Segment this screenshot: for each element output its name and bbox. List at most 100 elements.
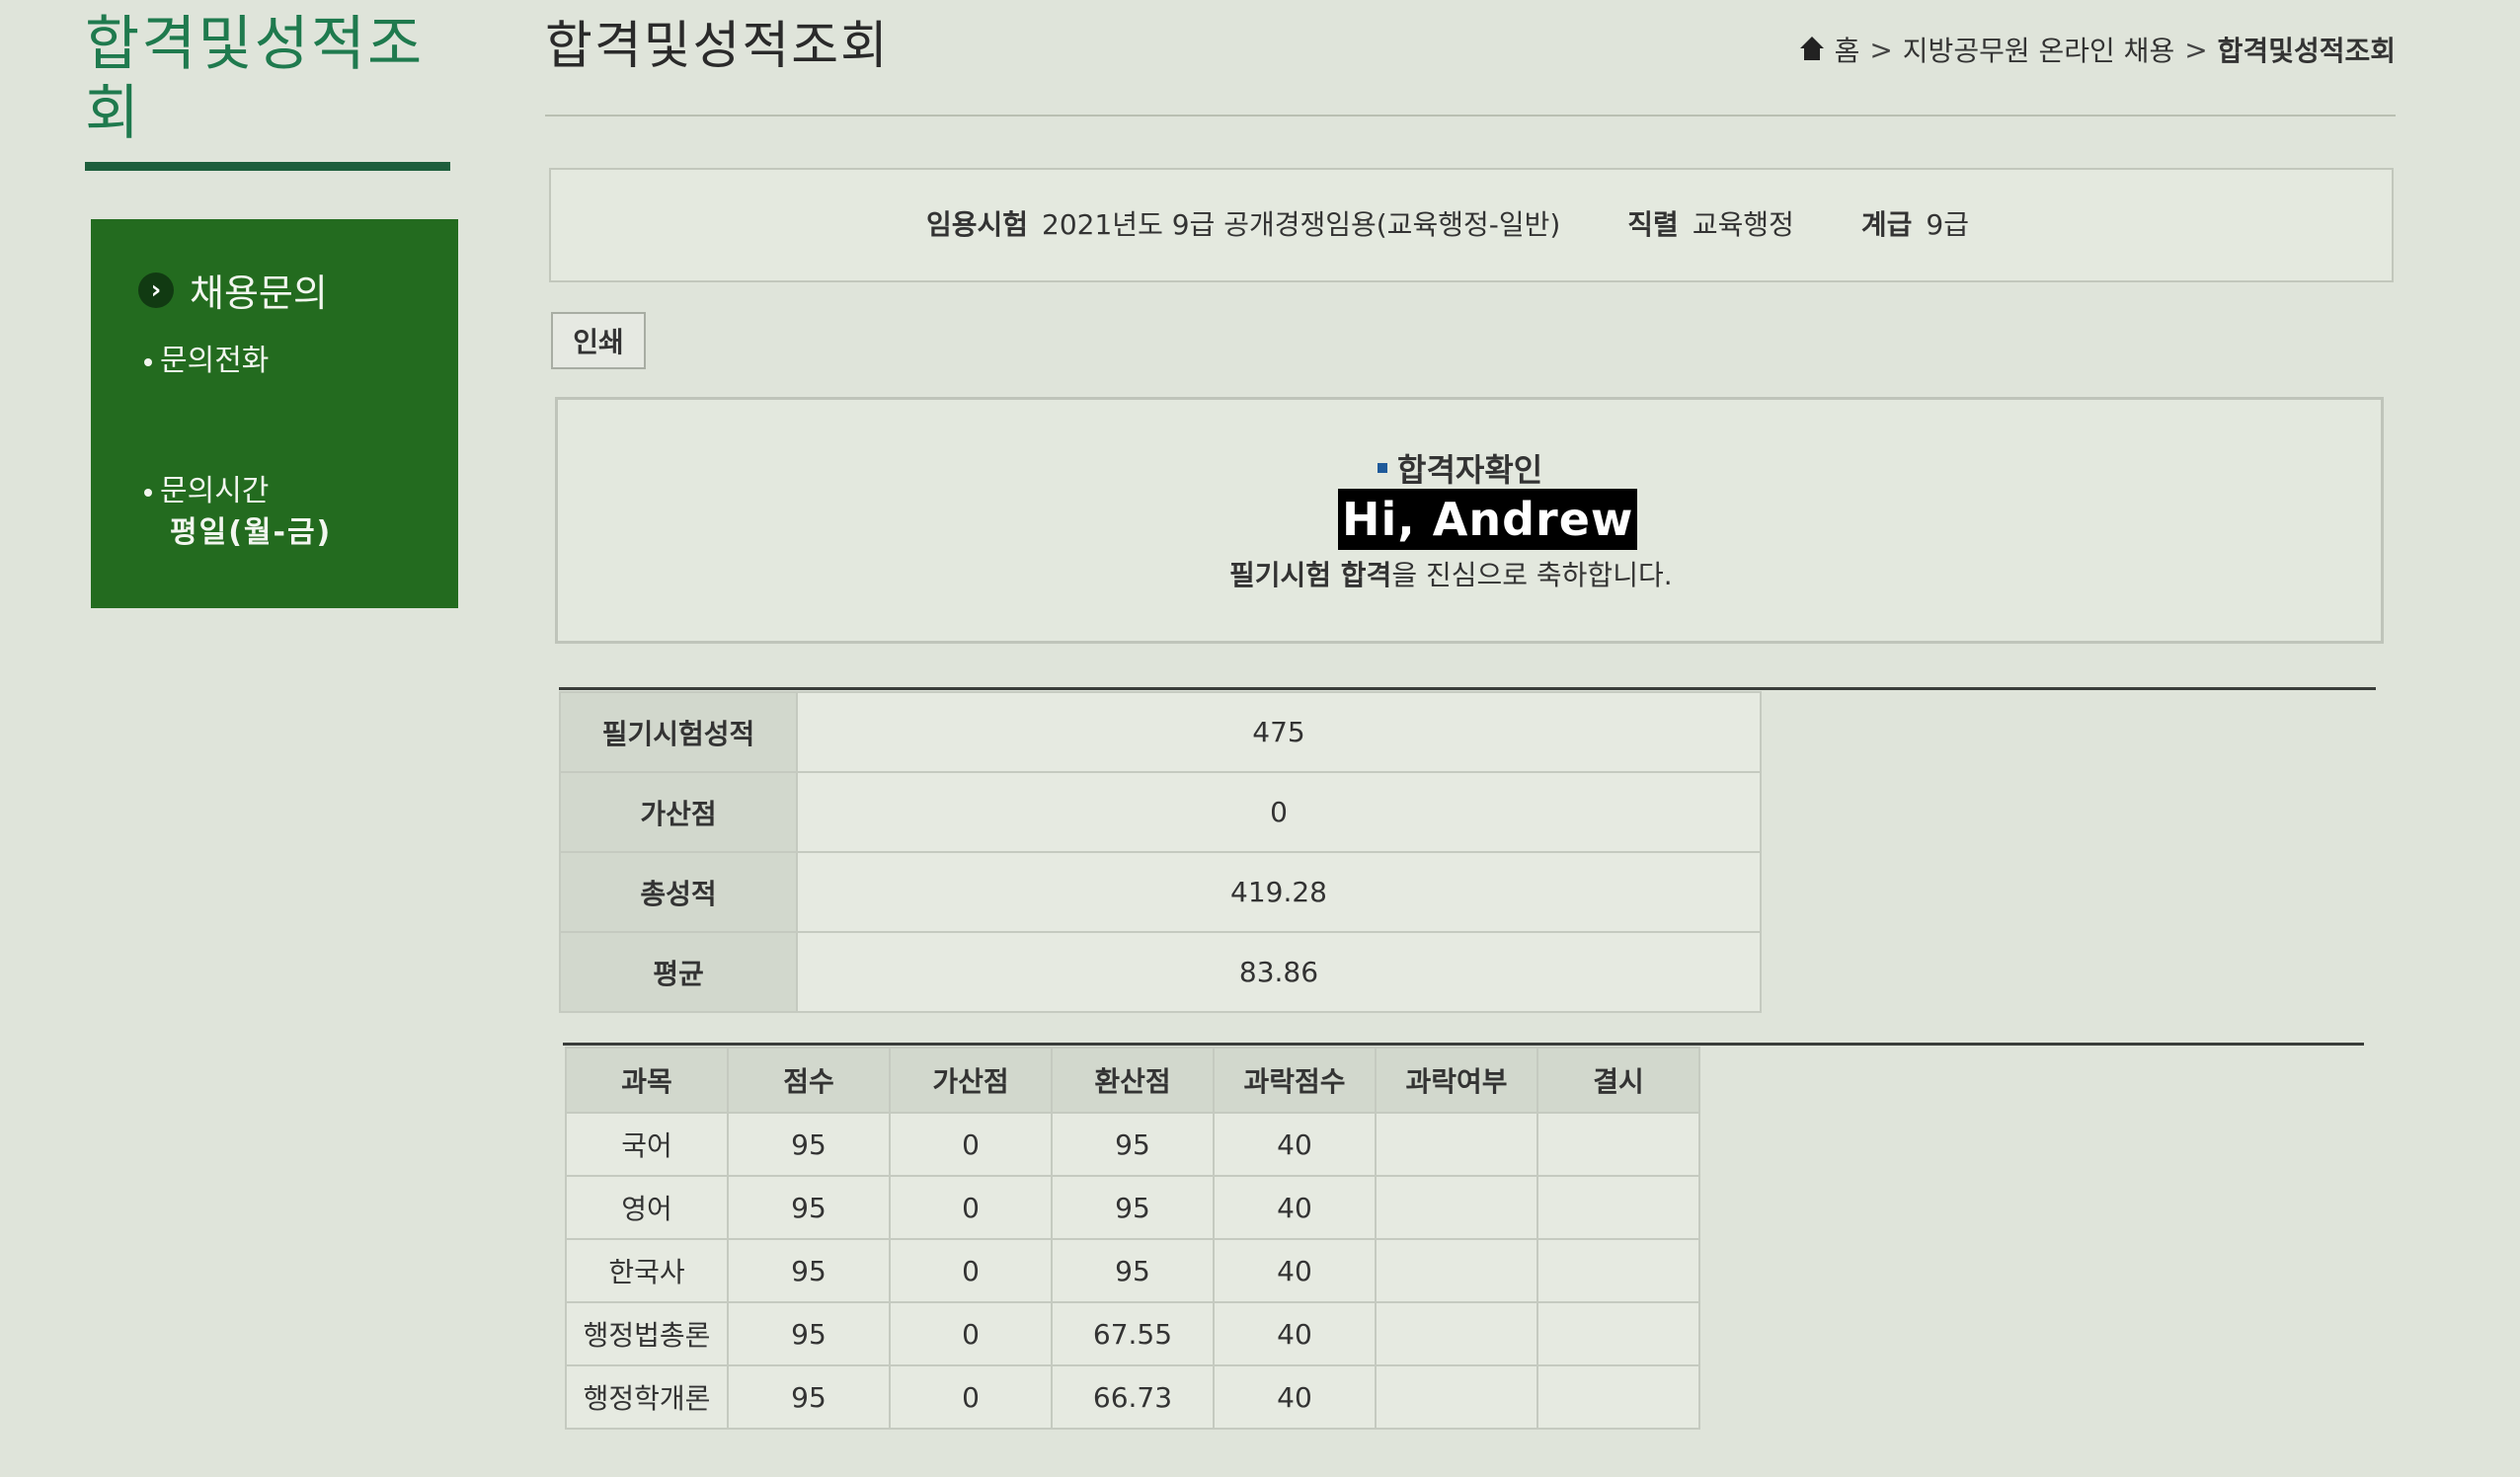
score-summary-table: 필기시험성적 475 가산점 0 총성적 419.28 평균 83.86 — [559, 691, 1762, 1013]
grade-value: 9급 — [1926, 208, 1969, 241]
table-cell: 95 — [727, 1175, 891, 1240]
pass-message: 필기시험 합격을 진심으로 축하합니다. — [1229, 554, 1673, 593]
summary-top-rule — [559, 687, 2376, 690]
table-row: 행정법총론 95 0 67.55 40 — [565, 1301, 1700, 1366]
summary-label-average: 평균 — [559, 931, 798, 1013]
subjects-top-rule — [563, 1043, 2364, 1046]
column-header: 과락점수 — [1213, 1047, 1377, 1114]
table-cell: 0 — [889, 1301, 1053, 1366]
page-title: 합격및성적조회 — [545, 17, 890, 76]
table-cell: 95 — [1051, 1238, 1215, 1303]
table-cell: 40 — [1213, 1364, 1377, 1430]
sidebar-title: 합격및성적조회 — [85, 10, 425, 148]
chevron-right-icon: > — [2184, 33, 2208, 66]
table-cell: 한국사 — [565, 1238, 729, 1303]
table-cell — [1536, 1175, 1700, 1240]
table-row: 행정학개론 95 0 66.73 40 — [565, 1364, 1700, 1430]
table-row: 필기시험성적 475 — [559, 691, 1762, 773]
contact-heading[interactable]: › 채용문의 — [138, 263, 328, 317]
column-header: 과목 — [565, 1047, 729, 1114]
table-cell: 행정학개론 — [565, 1364, 729, 1430]
column-header: 환산점 — [1051, 1047, 1215, 1114]
series-value: 교육행정 — [1692, 208, 1794, 241]
table-cell: 40 — [1213, 1112, 1377, 1177]
table-cell — [1536, 1238, 1700, 1303]
bullet-icon — [144, 357, 152, 366]
summary-value-written: 475 — [796, 691, 1762, 773]
summary-value-total: 419.28 — [796, 851, 1762, 933]
table-cell: 66.73 — [1051, 1364, 1215, 1430]
table-row: 국어 95 0 95 40 — [565, 1112, 1700, 1177]
table-cell — [1536, 1112, 1700, 1177]
table-cell — [1536, 1364, 1700, 1430]
chevron-right-icon: > — [1869, 33, 1893, 66]
column-header: 결시 — [1536, 1047, 1700, 1114]
summary-value-average: 83.86 — [796, 931, 1762, 1013]
pass-confirmation-box: 합격자확인 Hi, Andrew 필기시험 합격을 진심으로 축하합니다. — [555, 397, 2384, 644]
column-header: 점수 — [727, 1047, 891, 1114]
exam-label: 임용시험 — [926, 208, 1029, 241]
table-cell: 0 — [889, 1112, 1053, 1177]
table-row: 총성적 419.28 — [559, 851, 1762, 933]
table-cell: 40 — [1213, 1175, 1377, 1240]
table-cell — [1375, 1238, 1538, 1303]
table-row: 평균 83.86 — [559, 931, 1762, 1013]
table-cell — [1375, 1175, 1538, 1240]
table-cell — [1375, 1364, 1538, 1430]
exam-info-box: 임용시험 2021년도 9급 공개경쟁임용(교육행정-일반) 직렬 교육행정 계… — [549, 168, 2394, 282]
table-cell: 67.55 — [1051, 1301, 1215, 1366]
home-icon[interactable] — [1799, 37, 1825, 62]
table-cell: 40 — [1213, 1301, 1377, 1366]
table-header-row: 과목 점수 가산점 환산점 과락점수 과락여부 결시 — [565, 1047, 1700, 1114]
series-label: 직렬 — [1627, 208, 1679, 241]
table-cell: 95 — [1051, 1175, 1215, 1240]
summary-value-bonus: 0 — [796, 771, 1762, 853]
table-cell: 영어 — [565, 1175, 729, 1240]
contact-hours-item: 문의시간 — [144, 466, 269, 509]
table-cell: 95 — [727, 1238, 891, 1303]
column-header: 과락여부 — [1375, 1047, 1538, 1114]
exam-value: 2021년도 9급 공개경쟁임용(교육행정-일반) — [1042, 208, 1561, 241]
table-cell: 40 — [1213, 1238, 1377, 1303]
contact-phone-label: 문의전화 — [160, 344, 270, 378]
pass-message-bold: 필기시험 합격 — [1229, 559, 1392, 591]
pass-message-rest: 을 진심으로 축하합니다. — [1391, 559, 1673, 591]
table-row: 한국사 95 0 95 40 — [565, 1238, 1700, 1303]
pass-heading-label: 합격자확인 — [1397, 451, 1543, 489]
summary-label-bonus: 가산점 — [559, 771, 798, 853]
breadcrumb-recruit[interactable]: 지방공무원 온라인 채용 — [1903, 30, 2174, 69]
sidebar-title-divider — [85, 162, 450, 171]
subject-scores-table: 과목 점수 가산점 환산점 과락점수 과락여부 결시 국어 95 0 95 40… — [565, 1047, 1700, 1430]
breadcrumb-home[interactable]: 홈 — [1835, 30, 1860, 69]
table-cell: 행정법총론 — [565, 1301, 729, 1366]
table-cell: 95 — [727, 1301, 891, 1366]
header-divider — [545, 115, 2396, 117]
chevron-right-icon: › — [138, 272, 174, 308]
bullet-icon — [144, 488, 152, 497]
table-cell: 국어 — [565, 1112, 729, 1177]
table-cell: 95 — [727, 1112, 891, 1177]
contact-heading-label: 채용문의 — [190, 272, 328, 315]
summary-label-written: 필기시험성적 — [559, 691, 798, 773]
table-row: 가산점 0 — [559, 771, 1762, 853]
pass-heading: 합격자확인 — [1378, 445, 1542, 491]
table-cell: 0 — [889, 1175, 1053, 1240]
table-cell: 0 — [889, 1238, 1053, 1303]
summary-label-total: 총성적 — [559, 851, 798, 933]
contact-hours-label: 문의시간 — [160, 474, 270, 508]
breadcrumb-current: 합격및성적조회 — [2217, 35, 2396, 67]
square-bullet-icon — [1378, 463, 1387, 473]
table-cell: 95 — [727, 1364, 891, 1430]
table-cell — [1375, 1301, 1538, 1366]
column-header: 가산점 — [889, 1047, 1053, 1114]
print-button[interactable]: 인쇄 — [551, 312, 646, 369]
exam-info: 임용시험 2021년도 9급 공개경쟁임용(교육행정-일반) 직렬 교육행정 계… — [926, 203, 1969, 243]
grade-label: 계급 — [1860, 208, 1913, 241]
breadcrumb: 홈 > 지방공무원 온라인 채용 > 합격및성적조회 — [1799, 30, 2396, 69]
table-cell: 0 — [889, 1364, 1053, 1430]
table-row: 영어 95 0 95 40 — [565, 1175, 1700, 1240]
contact-box: › 채용문의 문의전화 문의시간 평일(월-금) — [91, 219, 458, 608]
table-cell — [1536, 1301, 1700, 1366]
contact-phone-item: 문의전화 — [144, 336, 269, 379]
table-cell: 95 — [1051, 1112, 1215, 1177]
